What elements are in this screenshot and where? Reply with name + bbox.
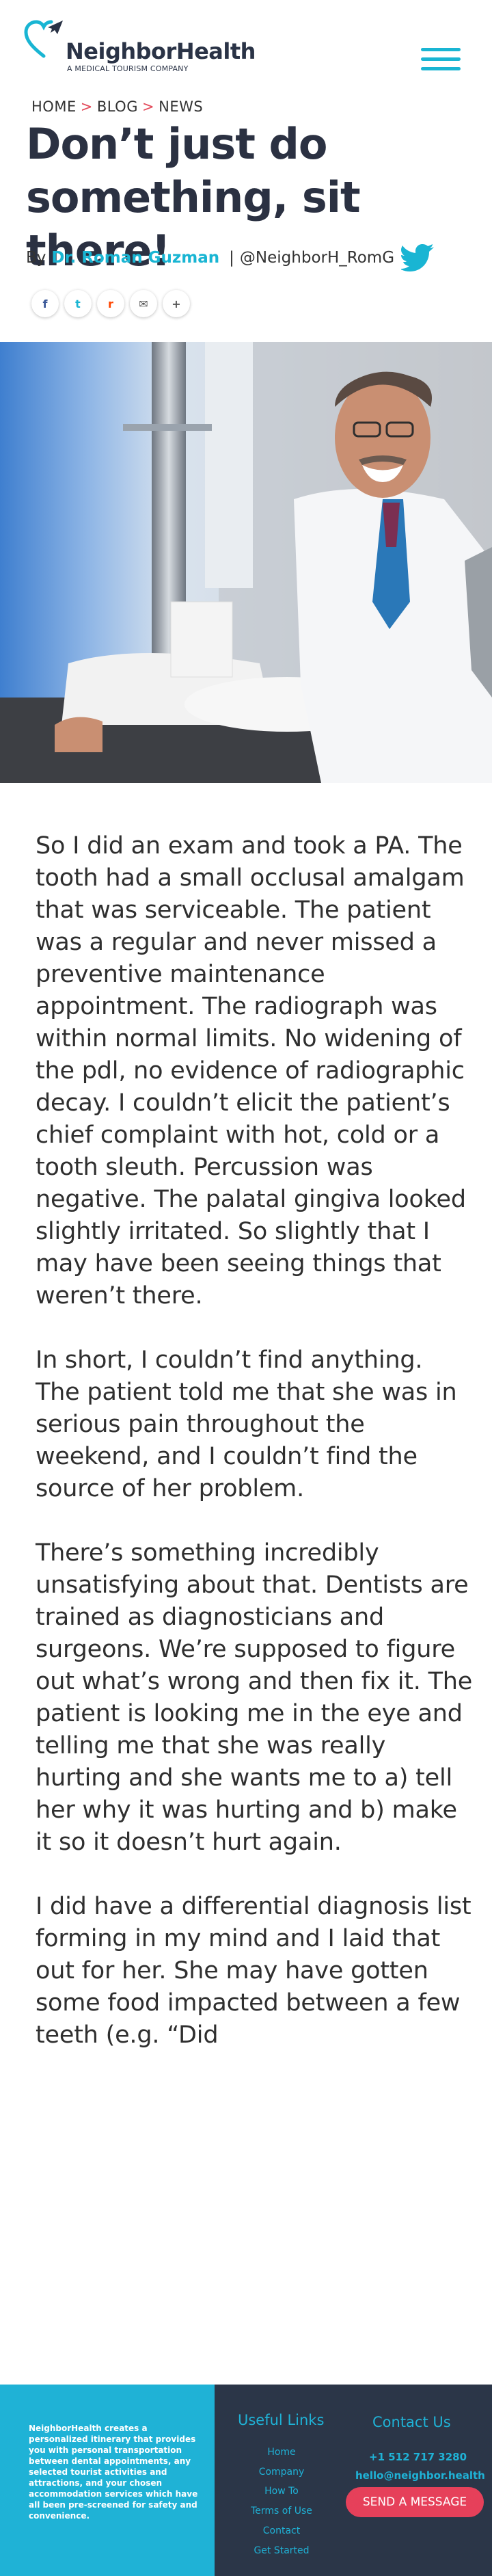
breadcrumb-blog[interactable]: BLOG: [97, 98, 138, 115]
article-paragraph: In short, I couldn’t find anything. The …: [36, 1346, 457, 1502]
twitter-share-icon[interactable]: t: [64, 290, 92, 317]
heart-plane-logo-icon: [24, 20, 63, 58]
byline-prefix: By: [26, 249, 46, 267]
logo-wordmark: NeighborHealth: [66, 38, 256, 64]
footer-link-get-started[interactable]: Get Started: [247, 2545, 316, 2556]
byline-separator: |: [229, 249, 234, 267]
useful-links-heading: Useful Links: [238, 2412, 325, 2428]
hamburger-menu-icon[interactable]: [421, 48, 461, 72]
footer-link-contact[interactable]: Contact: [247, 2525, 316, 2536]
article-paragraph: I did have a differential diagnosis list…: [36, 1893, 472, 2049]
email-share-icon[interactable]: ✉: [130, 290, 157, 317]
footer-link-terms[interactable]: Terms of Use: [247, 2506, 316, 2517]
footer-about: NeighborHealth creates a personalized it…: [0, 2385, 215, 2576]
article-paragraph: So I did an exam and took a PA. The toot…: [36, 832, 466, 1310]
article-body: So I did an exam and took a PA. The toot…: [36, 830, 473, 2084]
share-buttons: f t r ✉ +: [31, 290, 190, 317]
site-footer: NeighborHealth creates a personalized it…: [0, 2378, 492, 2576]
twitter-bird-icon[interactable]: [401, 243, 435, 272]
breadcrumb-separator: >: [142, 98, 155, 115]
breadcrumb-home[interactable]: HOME: [31, 98, 77, 115]
send-message-button[interactable]: SEND A MESSAGE: [346, 2487, 484, 2517]
footer-phone[interactable]: +1 512 717 3280: [369, 2451, 467, 2463]
breadcrumb-separator: >: [80, 98, 93, 115]
article-byline: By Dr. Roman Guzman | @NeighborH_RomG: [26, 243, 435, 272]
reddit-share-icon[interactable]: r: [97, 290, 124, 317]
logo-tagline: A MEDICAL TOURISM COMPANY: [67, 64, 189, 73]
twitter-handle[interactable]: @NeighborH_RomG: [240, 249, 394, 267]
article-paragraph: There’s something incredibly unsatisfyin…: [36, 1539, 473, 1856]
breadcrumb-news[interactable]: NEWS: [159, 98, 203, 115]
hero-photo-dentist: [0, 342, 492, 783]
footer-link-home[interactable]: Home: [247, 2447, 316, 2458]
site-header: NeighborHealth A MEDICAL TOURISM COMPANY: [0, 0, 492, 96]
footer-email[interactable]: hello@neighbor.health: [355, 2469, 485, 2482]
contact-heading: Contact Us: [372, 2414, 451, 2430]
footer-link-how-to[interactable]: How To: [247, 2486, 316, 2497]
author-link[interactable]: Dr. Roman Guzman: [51, 249, 219, 267]
footer-about-text: NeighborHealth creates a personalized it…: [29, 2424, 198, 2521]
breadcrumb: HOME > BLOG > NEWS: [31, 98, 203, 115]
site-logo[interactable]: NeighborHealth A MEDICAL TOURISM COMPANY: [23, 19, 256, 74]
more-share-icon[interactable]: +: [163, 290, 190, 317]
footer-link-company[interactable]: Company: [247, 2467, 316, 2478]
logo-name-part-2: Health: [176, 38, 256, 64]
facebook-share-icon[interactable]: f: [31, 290, 59, 317]
logo-name-part-1: Neighbor: [66, 38, 176, 64]
